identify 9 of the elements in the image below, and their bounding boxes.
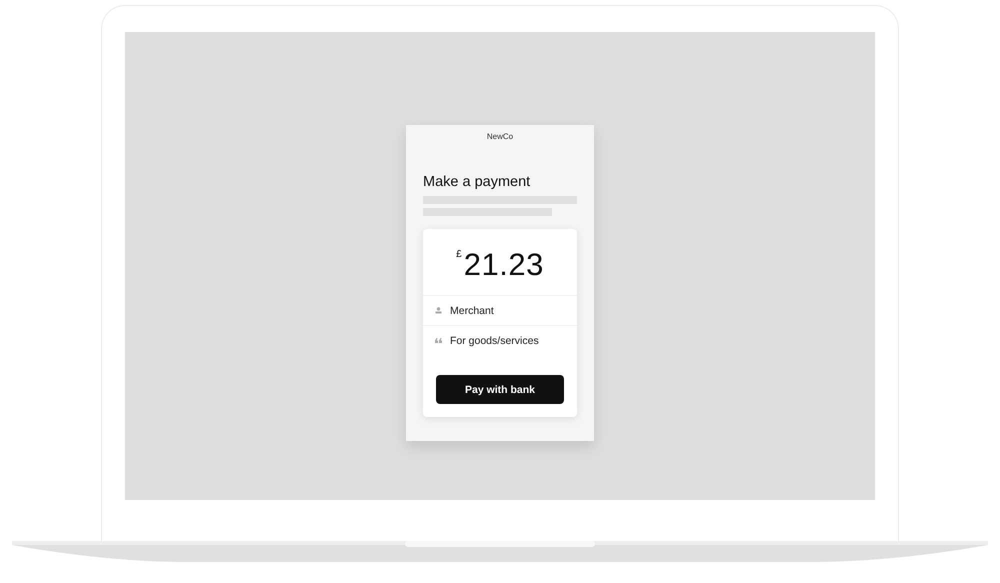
page-title: Make a payment xyxy=(423,174,532,190)
brand-name: NewCo xyxy=(486,132,514,141)
quote-icon xyxy=(435,338,442,343)
person-icon xyxy=(435,307,442,314)
amount-value: 21.23 xyxy=(464,249,544,280)
currency-symbol: £ xyxy=(456,249,462,260)
detail-text: For goods/services xyxy=(450,334,539,346)
detail-text: Merchant xyxy=(450,304,494,316)
pay-button[interactable]: Pay with bank xyxy=(436,375,564,404)
